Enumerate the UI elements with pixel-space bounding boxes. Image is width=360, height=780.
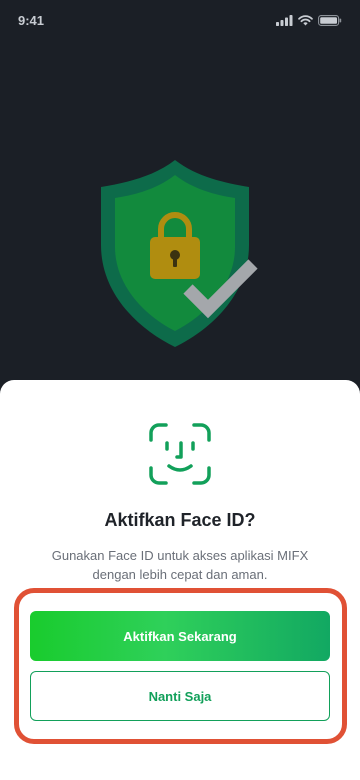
sheet-title: Aktifkan Face ID? [104, 510, 256, 530]
face-id-icon [149, 423, 211, 485]
status-icons [276, 14, 342, 26]
status-bar: 9:41 [0, 0, 360, 40]
security-illustration [101, 160, 258, 347]
wifi-icon [298, 14, 313, 25]
battery-icon [318, 14, 342, 26]
later-button[interactable]: Nanti Saja [30, 671, 330, 721]
face-id-sheet: Aktifkan Face ID? Gunakan Face ID untuk … [0, 380, 360, 780]
activate-now-button[interactable]: Aktifkan Sekarang [30, 611, 330, 661]
sheet-description: Gunakan Face ID untuk akses aplikasi MIF… [51, 548, 309, 582]
signal-icon [276, 14, 293, 26]
status-time: 9:41 [18, 12, 45, 28]
